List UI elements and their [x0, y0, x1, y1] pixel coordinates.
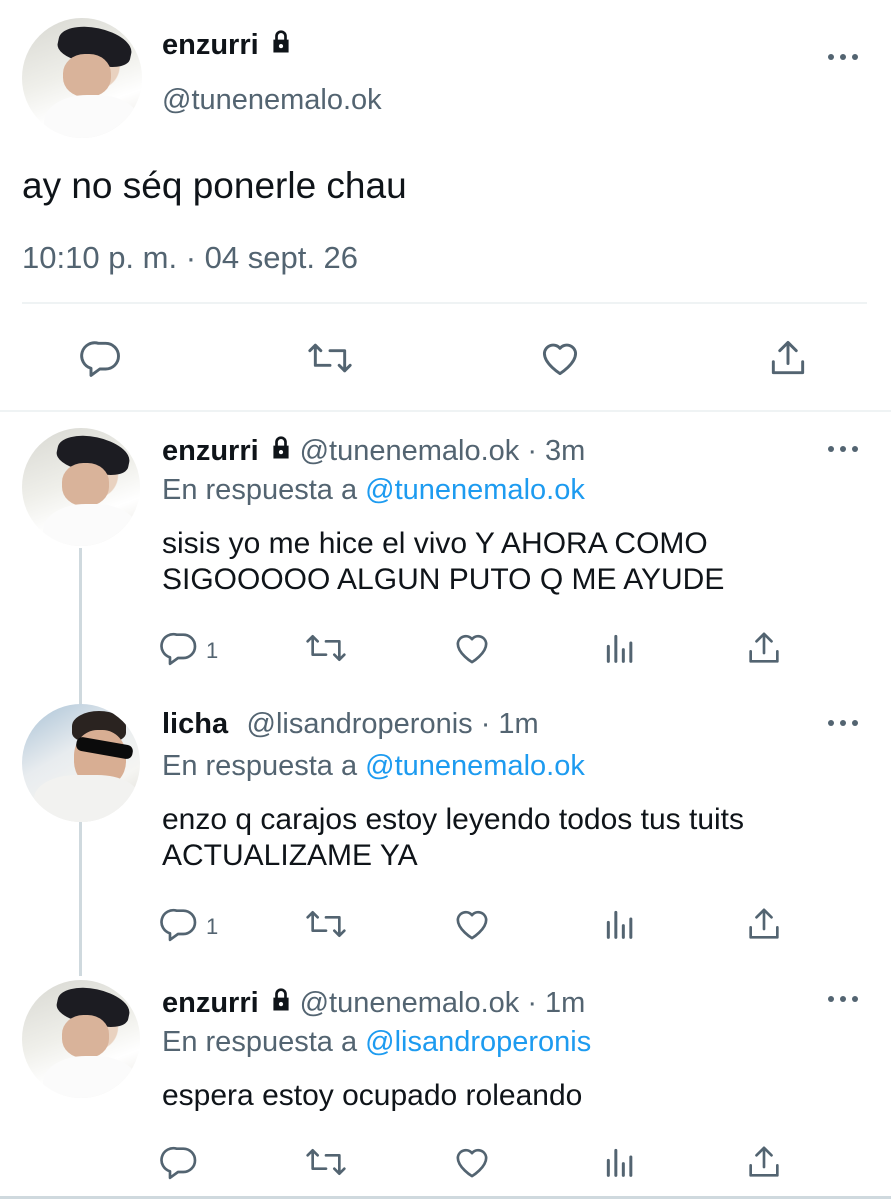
retweet-icon — [306, 336, 354, 386]
reply-button[interactable] — [80, 336, 124, 386]
share-icon — [744, 904, 784, 950]
retweet-icon — [304, 1142, 348, 1188]
divider — [22, 302, 867, 304]
share-icon — [744, 1142, 784, 1188]
like-button[interactable] — [452, 1142, 492, 1188]
display-name[interactable]: enzurri — [162, 987, 259, 1019]
reply-to-link[interactable]: @lisandroperonis — [365, 1026, 591, 1058]
avatar[interactable] — [22, 428, 140, 546]
display-name[interactable]: enzurri — [162, 435, 259, 467]
views-icon — [600, 628, 640, 674]
lock-icon — [267, 28, 295, 61]
display-name[interactable]: enzurri — [162, 29, 259, 61]
retweet-button[interactable] — [304, 904, 348, 950]
reply-context: En respuesta a @tunenemalo.ok — [162, 474, 585, 507]
reply-prefix: En respuesta a — [162, 1026, 358, 1058]
avatar-shirt — [43, 94, 140, 138]
share-button[interactable] — [744, 904, 784, 950]
handle[interactable]: @lisandroperonis · 1m — [247, 708, 539, 740]
tweet-text: enzo q carajos estoy leyendo todos tus t… — [162, 802, 744, 874]
more-icon[interactable] — [828, 54, 858, 62]
divider — [0, 410, 891, 412]
like-icon — [452, 904, 492, 950]
avatar[interactable] — [22, 18, 142, 138]
avatar-face — [62, 1015, 110, 1058]
avatar-shirt — [43, 503, 138, 546]
lock-icon — [267, 986, 295, 1019]
like-icon — [538, 336, 582, 386]
reply-context: En respuesta a @lisandroperonis — [162, 1026, 591, 1059]
reply-prefix: En respuesta a — [162, 750, 358, 782]
reply-count: 1 — [206, 638, 219, 663]
handle[interactable]: @tunenemalo.ok · 3m — [300, 435, 586, 467]
reply-button[interactable]: 1 — [160, 904, 218, 950]
like-button[interactable] — [538, 336, 582, 386]
reply-icon — [160, 904, 200, 950]
tweet-text: sisis yo me hice el vivo Y AHORA COMO SI… — [162, 526, 724, 598]
views-icon — [600, 1142, 640, 1188]
retweet-button[interactable] — [306, 336, 354, 386]
retweet-icon — [304, 628, 348, 674]
display-name[interactable]: licha — [162, 708, 228, 740]
action-bar — [0, 336, 891, 377]
views-button[interactable] — [600, 904, 640, 950]
retweet-icon — [304, 904, 348, 950]
handle[interactable]: @tunenemalo.ok · 1m — [300, 987, 586, 1019]
retweet-button[interactable] — [304, 628, 348, 674]
reply-to-link[interactable]: @tunenemalo.ok — [365, 474, 585, 506]
author-row: enzurri @tunenemalo.ok · 1m — [162, 986, 585, 1020]
like-button[interactable] — [452, 904, 492, 950]
reply-context: En respuesta a @tunenemalo.ok — [162, 750, 585, 783]
like-icon — [452, 1142, 492, 1188]
share-button[interactable] — [744, 1142, 784, 1188]
avatar[interactable] — [22, 980, 140, 1098]
lock-icon — [267, 434, 295, 467]
author-row: enzurri — [162, 28, 295, 62]
avatar-face — [62, 463, 110, 506]
tweet-text-line: enzo q carajos estoy leyendo todos tus t… — [162, 803, 745, 836]
action-bar: 1 — [0, 628, 891, 668]
reply-button[interactable] — [160, 1142, 200, 1188]
handle[interactable]: @tunenemalo.ok — [162, 84, 382, 117]
more-icon[interactable] — [828, 720, 858, 728]
views-button[interactable] — [600, 1142, 640, 1188]
avatar[interactable] — [22, 704, 140, 822]
action-bar: 1 — [0, 904, 891, 944]
avatar-shirt — [33, 774, 140, 822]
retweet-button[interactable] — [304, 1142, 348, 1188]
avatar-face — [62, 54, 111, 98]
more-icon[interactable] — [828, 996, 858, 1004]
reply-icon — [160, 628, 200, 674]
tweet-text-line: sisis yo me hice el vivo Y AHORA COMO — [162, 527, 708, 560]
action-bar — [0, 1142, 891, 1182]
views-button[interactable] — [600, 628, 640, 674]
reply-icon — [160, 1142, 200, 1188]
avatar-shirt — [43, 1055, 138, 1098]
author-row: enzurri @tunenemalo.ok · 3m — [162, 434, 585, 468]
reply-icon — [80, 336, 124, 386]
reply-to-link[interactable]: @tunenemalo.ok — [365, 750, 585, 782]
share-button[interactable] — [766, 336, 810, 386]
views-icon — [600, 904, 640, 950]
tweet-text: ay no séq ponerle chau — [22, 165, 407, 206]
reply-count: 1 — [206, 914, 219, 939]
reply-button[interactable]: 1 — [160, 628, 218, 674]
reply-prefix: En respuesta a — [162, 474, 358, 506]
like-icon — [452, 628, 492, 674]
tweet-text: espera estoy ocupado roleando — [162, 1078, 582, 1114]
share-icon — [766, 336, 810, 386]
more-icon[interactable] — [828, 446, 858, 454]
share-button[interactable] — [744, 628, 784, 674]
tweet-text-line: ACTUALIZAME YA — [162, 839, 418, 872]
like-button[interactable] — [452, 628, 492, 674]
author-row: licha @lisandroperonis · 1m — [162, 708, 539, 741]
share-icon — [744, 628, 784, 674]
tweet-text-line: espera estoy ocupado roleando — [162, 1079, 583, 1112]
timestamp[interactable]: 10:10 p. m. · 04 sept. 26 — [22, 240, 358, 276]
tweet-text-line: SIGOOOOO ALGUN PUTO Q ME AYUDE — [162, 563, 725, 596]
